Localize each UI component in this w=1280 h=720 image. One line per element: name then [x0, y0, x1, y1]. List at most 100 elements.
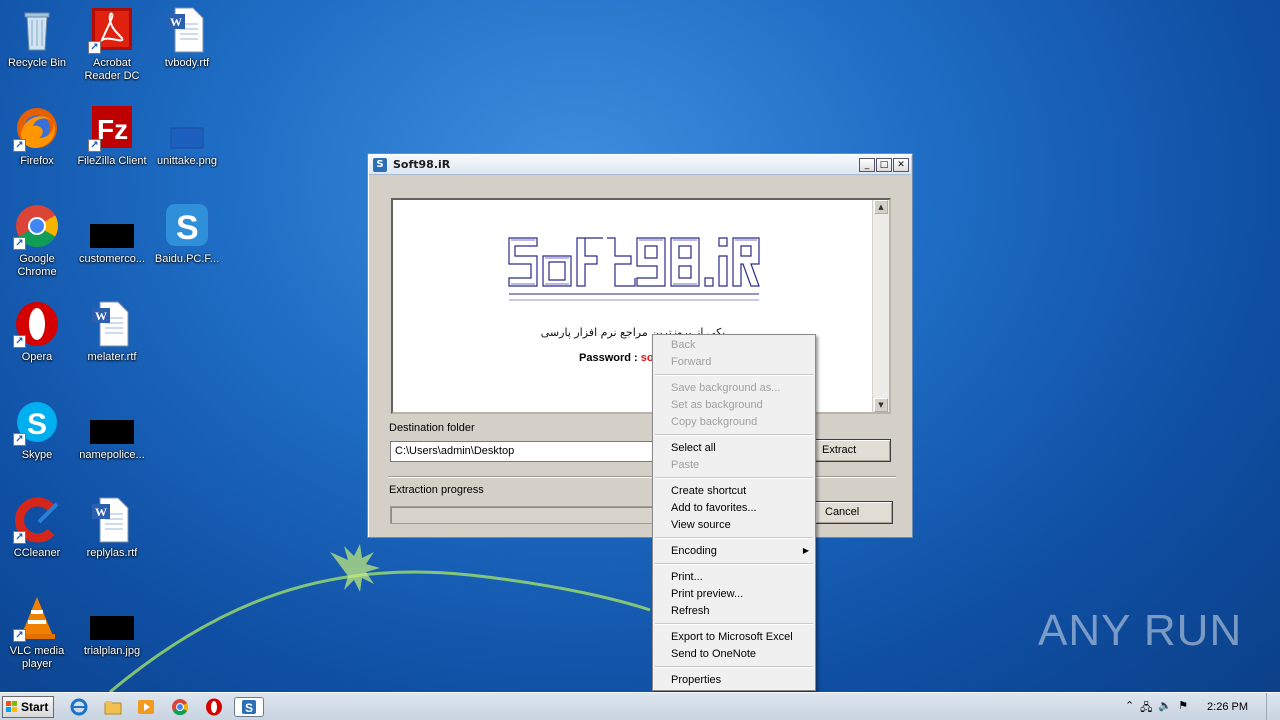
recycle-bin-icon [13, 6, 61, 54]
menu-item-send-onenote[interactable]: Send to OneNote [671, 648, 756, 660]
chrome-icon: ↗ [13, 202, 61, 250]
chrome-taskbar-icon[interactable] [169, 697, 191, 717]
menu-item-create-shortcut[interactable]: Create shortcut [671, 485, 746, 497]
menu-item-save-background[interactable]: Save background as... [671, 382, 780, 394]
skype-icon: S ↗ [13, 398, 61, 446]
clock[interactable]: 2:26 PM [1207, 701, 1248, 713]
menu-item-encoding[interactable]: Encoding [671, 545, 717, 557]
network-icon[interactable]: 🖧 [1140, 699, 1152, 718]
extractor-window: S Soft98.iR _ □ ✕ یکی از بروزترین مراجع … [367, 153, 913, 538]
context-menu: Back Forward Save background as... Set a… [652, 334, 816, 691]
svg-text:W: W [170, 15, 182, 29]
desktop-icon-vlc[interactable]: ↗ VLC media player [0, 594, 74, 671]
password-label: Password : [579, 352, 641, 364]
desktop-icon-recycle-bin[interactable]: Recycle Bin [0, 6, 74, 70]
desktop-icon-trialplan[interactable]: trialplan.jpg [75, 594, 149, 658]
action-center-flag-icon[interactable]: ⚑ [1178, 699, 1188, 718]
menu-item-view-source[interactable]: View source [671, 519, 731, 531]
maximize-button[interactable]: □ [876, 157, 892, 172]
scroll-down-icon[interactable]: ▼ [874, 398, 888, 412]
ccleaner-icon: ↗ [13, 496, 61, 544]
menu-separator [655, 563, 813, 565]
shortcut-arrow-icon: ↗ [88, 41, 101, 54]
menu-item-refresh[interactable]: Refresh [671, 605, 710, 617]
desktop-icon-tvbody[interactable]: W tvbody.rtf [150, 6, 224, 70]
menu-item-paste[interactable]: Paste [671, 459, 699, 471]
shortcut-arrow-icon: ↗ [88, 139, 101, 152]
word-doc-icon: W [88, 300, 136, 348]
svg-text:S: S [176, 209, 199, 247]
embedded-browser-view[interactable]: یکی از بروزترین مراجع نرم افزار پارسی Pa… [391, 198, 891, 414]
menu-item-copy-background[interactable]: Copy background [671, 416, 757, 428]
tray-expand-icon[interactable]: ⌃ [1125, 699, 1134, 718]
firefox-icon: ↗ [13, 104, 61, 152]
menu-item-forward[interactable]: Forward [671, 356, 711, 368]
desktop-icon-skype[interactable]: S ↗ Skype [0, 398, 74, 462]
desktop-icon-label: unittake.png [157, 155, 217, 167]
filezilla-icon: Fz ↗ [88, 104, 136, 152]
desktop-icon-label: FileZilla Client [77, 155, 147, 167]
desktop-icon-ccleaner[interactable]: ↗ CCleaner [0, 496, 74, 560]
skype-like-icon: S [163, 202, 211, 250]
desktop-icon-filezilla[interactable]: Fz ↗ FileZilla Client [75, 104, 149, 168]
desktop-icon-melater[interactable]: W melater.rtf [75, 300, 149, 364]
vlc-icon: ↗ [13, 594, 61, 642]
extract-button[interactable]: Extract [813, 439, 891, 462]
desktop-icon-unittake[interactable]: unittake.png [150, 104, 224, 168]
window-titlebar[interactable]: S Soft98.iR _ □ ✕ [369, 155, 911, 175]
desktop-icon-label: Recycle Bin [7, 57, 67, 69]
shortcut-arrow-icon: ↗ [13, 629, 26, 642]
start-button[interactable]: Start [2, 696, 54, 718]
destination-label: Destination folder [389, 422, 475, 434]
show-desktop-button[interactable] [1266, 693, 1280, 720]
media-player-icon[interactable] [135, 697, 157, 717]
divider [388, 476, 896, 478]
menu-item-properties[interactable]: Properties [671, 674, 721, 686]
desktop-icon-namepolice[interactable]: namepolice... [75, 398, 149, 462]
menu-separator [655, 623, 813, 625]
shortcut-arrow-icon: ↗ [13, 335, 26, 348]
shortcut-arrow-icon: ↗ [13, 433, 26, 446]
desktop-icon-acrobat[interactable]: ↗ Acrobat Reader DC [75, 6, 149, 83]
close-button[interactable]: ✕ [893, 157, 909, 172]
desktop-icon-chrome[interactable]: ↗ Google Chrome [0, 202, 74, 279]
desktop-icon-label: trialplan.jpg [83, 645, 141, 657]
desktop-icon-baidu[interactable]: S Baidu.PC.F... [150, 202, 224, 266]
desktop-icon-opera[interactable]: ↗ Opera [0, 300, 74, 364]
scroll-up-icon[interactable]: ▲ [874, 200, 888, 214]
word-doc-icon: W [88, 496, 136, 544]
menu-separator [655, 477, 813, 479]
desktop-icon-label: VLC media player [9, 645, 65, 670]
menu-separator [655, 537, 813, 539]
menu-item-select-all[interactable]: Select all [671, 442, 716, 454]
black-file-icon [88, 202, 136, 250]
password-text: Password : so [579, 352, 654, 364]
svg-text:W: W [95, 505, 107, 519]
menu-item-print[interactable]: Print... [671, 571, 703, 583]
menu-item-export-excel[interactable]: Export to Microsoft Excel [671, 631, 793, 643]
opera-icon: ↗ [13, 300, 61, 348]
shortcut-arrow-icon: ↗ [13, 237, 26, 250]
vertical-scrollbar[interactable]: ▲ ▼ [872, 200, 889, 412]
acrobat-icon: ↗ [88, 6, 136, 54]
menu-item-print-preview[interactable]: Print preview... [671, 588, 743, 600]
menu-item-back[interactable]: Back [671, 339, 695, 351]
minimize-button[interactable]: _ [859, 157, 875, 172]
desktop-icon-firefox[interactable]: ↗ Firefox [0, 104, 74, 168]
desktop-icon-customerco[interactable]: customerco... [75, 202, 149, 266]
desktop-icon-replylas[interactable]: W replylas.rtf [75, 496, 149, 560]
shortcut-arrow-icon: ↗ [13, 139, 26, 152]
desktop-icon-label: CCleaner [13, 547, 61, 559]
menu-item-add-favorites[interactable]: Add to favorites... [671, 502, 757, 514]
anyrun-watermark: ANY RUN [1038, 606, 1243, 655]
cancel-button[interactable]: Cancel [815, 501, 893, 524]
word-doc-icon: W [163, 6, 211, 54]
opera-taskbar-icon[interactable] [203, 697, 225, 717]
ie-icon[interactable] [68, 697, 90, 717]
menu-item-set-background[interactable]: Set as background [671, 399, 763, 411]
explorer-folder-icon[interactable] [102, 697, 124, 717]
volume-icon[interactable]: 🔈 [1158, 699, 1172, 718]
destination-input[interactable]: C:\Users\admin\Desktop [390, 441, 672, 462]
soft98-taskbar-button[interactable]: S [234, 697, 264, 717]
desktop-icon-label: Firefox [20, 155, 54, 167]
